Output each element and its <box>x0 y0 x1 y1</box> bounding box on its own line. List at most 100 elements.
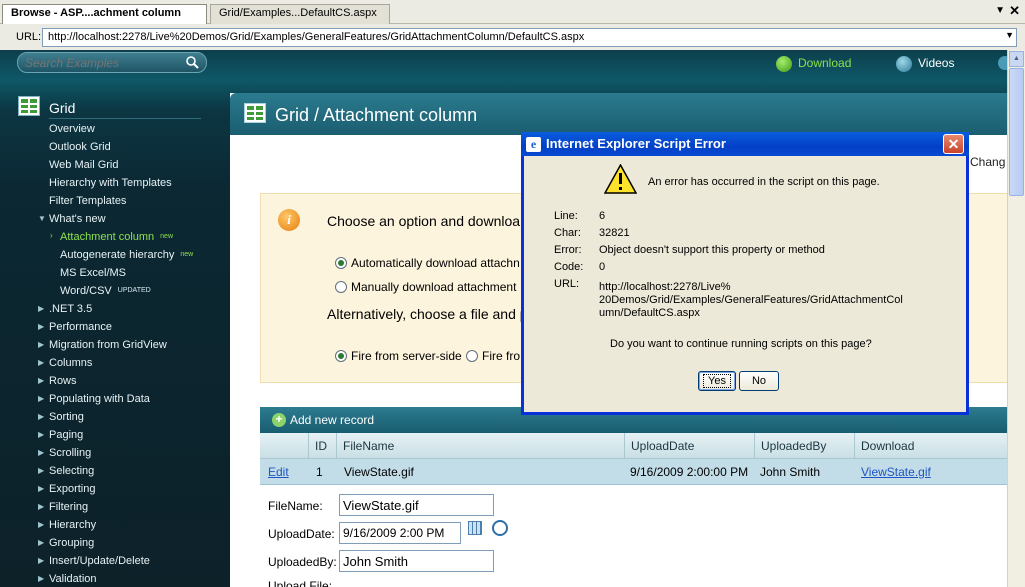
sidebar-item-scrolling[interactable]: Scrolling <box>49 447 91 459</box>
sidebar-item-overview[interactable]: Overview <box>49 123 95 135</box>
triangle-right-icon[interactable]: ▶ <box>38 358 44 367</box>
chevron-down-icon[interactable]: ▼ <box>995 5 1005 16</box>
sidebar-item-whats-new[interactable]: What's new <box>49 213 106 225</box>
triangle-right-icon[interactable]: ▶ <box>38 574 44 583</box>
uploaddate-field[interactable] <box>339 522 461 544</box>
triangle-right-icon[interactable]: ▶ <box>38 430 44 439</box>
triangle-right-icon[interactable]: ▶ <box>38 520 44 529</box>
continue-question: Do you want to continue running scripts … <box>610 338 872 350</box>
line-value: 6 <box>599 210 606 222</box>
error-value: Object doesn't support this property or … <box>599 244 825 256</box>
triangle-right-icon[interactable]: ▶ <box>38 340 44 349</box>
calendar-icon[interactable] <box>468 521 482 535</box>
radio-manual-download[interactable]: Manually download attachment <box>335 280 516 294</box>
url-label: URL: <box>16 31 42 43</box>
download-file-link[interactable]: ViewState.gif <box>855 459 937 485</box>
sidebar-item-exporting[interactable]: Exporting <box>49 483 95 495</box>
sidebar-item-net35[interactable]: .NET 3.5 <box>49 303 92 315</box>
triangle-right-icon[interactable]: ▶ <box>38 394 44 403</box>
sidebar-item-outlook-grid[interactable]: Outlook Grid <box>49 141 111 153</box>
sidebar-item-grouping[interactable]: Grouping <box>49 537 94 549</box>
sidebar-item-web-mail-grid[interactable]: Web Mail Grid <box>49 159 118 171</box>
sidebar-item-sorting[interactable]: Sorting <box>49 411 84 423</box>
search-box[interactable] <box>17 52 207 73</box>
sidebar-item-attachment-column[interactable]: Attachment column new <box>60 231 173 243</box>
yes-button[interactable]: Yes <box>698 371 736 391</box>
download-icon <box>776 56 792 72</box>
sidebar: Grid Overview Outlook Grid Web Mail Grid… <box>0 90 228 587</box>
column-header-id[interactable]: ID <box>308 433 336 459</box>
filename-field[interactable] <box>339 494 494 516</box>
sidebar-item-rows[interactable]: Rows <box>49 375 77 387</box>
triangle-right-icon[interactable]: ▶ <box>38 502 44 511</box>
radio-auto-download[interactable]: Automatically download attachn <box>335 256 520 270</box>
tab-defaultcs[interactable]: Grid/Examples...DefaultCS.aspx <box>210 4 390 24</box>
triangle-right-icon[interactable]: ▶ <box>38 448 44 457</box>
download-link[interactable]: Download <box>776 56 851 72</box>
radio-fire-server[interactable]: Fire from server-side <box>335 349 462 363</box>
sidebar-item-paging[interactable]: Paging <box>49 429 83 441</box>
scroll-thumb[interactable] <box>1009 68 1024 196</box>
sidebar-item-ms-excel[interactable]: MS Excel/MS <box>60 267 126 279</box>
sidebar-item-insert-update-delete[interactable]: Insert/Update/Delete <box>49 555 150 567</box>
sidebar-item-hierarchy[interactable]: Hierarchy <box>49 519 96 531</box>
plus-icon[interactable]: + <box>272 413 286 427</box>
sidebar-item-filter-templates[interactable]: Filter Templates <box>49 195 126 207</box>
sidebar-item-filtering[interactable]: Filtering <box>49 501 88 513</box>
sidebar-item-autogenerate-hierarchy[interactable]: Autogenerate hierarchy new <box>60 249 193 261</box>
sidebar-item-migration[interactable]: Migration from GridView <box>49 339 167 351</box>
triangle-right-icon[interactable]: ▶ <box>38 304 44 313</box>
dropdown-arrow-icon[interactable]: ▼ <box>1005 30 1014 40</box>
sidebar-title: Grid <box>49 100 76 116</box>
triangle-right-icon[interactable]: ▶ <box>38 538 44 547</box>
radio-icon[interactable] <box>335 281 347 293</box>
error-url: http://localhost:2278/Live% 20Demos/Grid… <box>599 281 903 319</box>
url-input[interactable]: http://localhost:2278/Live%20Demos/Grid/… <box>42 28 1017 47</box>
radio-icon[interactable] <box>466 350 478 362</box>
dialog-titlebar[interactable]: e Internet Explorer Script Error ✕ <box>521 132 969 156</box>
add-new-record-button[interactable]: Add new record <box>290 413 374 427</box>
content-header: Grid / Attachment column <box>230 93 1007 135</box>
column-header-filename[interactable]: FileName <box>336 433 624 459</box>
extra-nav-icon[interactable] <box>998 56 1007 70</box>
sidebar-item-word-csv[interactable]: Word/CSV UPDATED <box>60 285 151 297</box>
sidebar-item-selecting[interactable]: Selecting <box>49 465 94 477</box>
no-label: No <box>751 375 767 387</box>
triangle-right-icon[interactable]: ▶ <box>38 466 44 475</box>
close-icon[interactable]: ✕ <box>1009 3 1020 19</box>
triangle-right-icon[interactable]: ▶ <box>38 556 44 565</box>
column-header-uploaddate[interactable]: UploadDate <box>624 433 754 459</box>
error-label: Error: <box>554 244 582 256</box>
radio-label: Automatically download attachn <box>351 256 520 270</box>
no-button[interactable]: No <box>739 371 779 391</box>
tab-browse-attachment[interactable]: Browse - ASP....achment column <box>2 4 207 24</box>
radio-selected-icon[interactable] <box>335 257 347 269</box>
triangle-down-icon[interactable]: ▼ <box>38 214 46 223</box>
download-label: Download <box>798 56 852 71</box>
char-label: Char: <box>554 227 581 239</box>
column-header-download[interactable]: Download <box>854 433 1007 459</box>
sidebar-item-columns[interactable]: Columns <box>49 357 92 369</box>
triangle-right-icon[interactable]: ▶ <box>38 484 44 493</box>
sidebar-item-performance[interactable]: Performance <box>49 321 112 333</box>
sidebar-item-hierarchy-templates[interactable]: Hierarchy with Templates <box>49 177 172 189</box>
radio-fire-client[interactable]: Fire fro <box>466 349 520 363</box>
sidebar-item-populating[interactable]: Populating with Data <box>49 393 150 405</box>
search-icon[interactable] <box>183 55 201 70</box>
triangle-right-icon[interactable]: ▶ <box>38 412 44 421</box>
scroll-up-icon[interactable]: ▲ <box>1009 51 1024 67</box>
triangle-right-icon[interactable]: ▶ <box>38 322 44 331</box>
videos-link[interactable]: Videos <box>896 56 954 72</box>
radio-label: Fire fro <box>482 349 521 363</box>
edit-link[interactable]: Edit <box>262 459 295 485</box>
clock-icon[interactable] <box>492 520 508 536</box>
radio-selected-icon[interactable] <box>335 350 347 362</box>
search-input[interactable] <box>25 56 175 70</box>
close-button[interactable]: ✕ <box>943 134 964 154</box>
sidebar-item-validation[interactable]: Validation <box>49 573 97 585</box>
vertical-scrollbar[interactable]: ▲ <box>1007 50 1025 587</box>
column-header-uploadedby[interactable]: UploadedBy <box>754 433 854 459</box>
uploadedby-field[interactable] <box>339 550 494 572</box>
change-link[interactable]: Chang <box>970 155 1005 169</box>
triangle-right-icon[interactable]: ▶ <box>38 376 44 385</box>
